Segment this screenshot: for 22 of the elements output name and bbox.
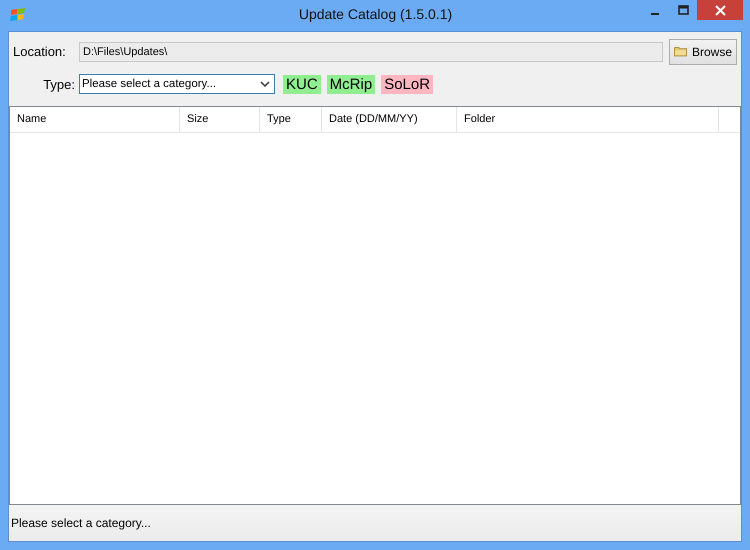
status-text: Please select a category... <box>11 516 151 530</box>
category-tag: SoLoR <box>381 74 434 94</box>
column-header[interactable]: Size <box>180 107 260 132</box>
close-button[interactable] <box>697 0 743 20</box>
maximize-icon <box>678 5 688 15</box>
browse-button[interactable]: Browse <box>669 38 737 64</box>
column-header[interactable]: Name <box>10 107 180 132</box>
windows-logo-icon <box>10 7 26 23</box>
close-icon <box>714 4 726 16</box>
chevron-down-icon <box>260 80 270 88</box>
column-header[interactable]: Folder <box>457 107 719 132</box>
location-label: Location: <box>13 44 67 59</box>
minimize-icon <box>651 13 659 15</box>
category-tag: McRip <box>326 74 376 94</box>
type-label: Type: <box>42 76 76 92</box>
category-dropdown[interactable]: Please select a category... <box>79 74 275 94</box>
location-field[interactable]: D:\Files\Updates\ <box>79 42 663 62</box>
column-header[interactable]: Type <box>260 107 322 132</box>
category-tag: KUC <box>283 74 321 94</box>
window-title: Update Catalog (1.5.0.1) <box>298 6 454 22</box>
folder-icon <box>674 45 687 58</box>
column-header[interactable]: Date (DD/MM/YY) <box>322 107 457 132</box>
